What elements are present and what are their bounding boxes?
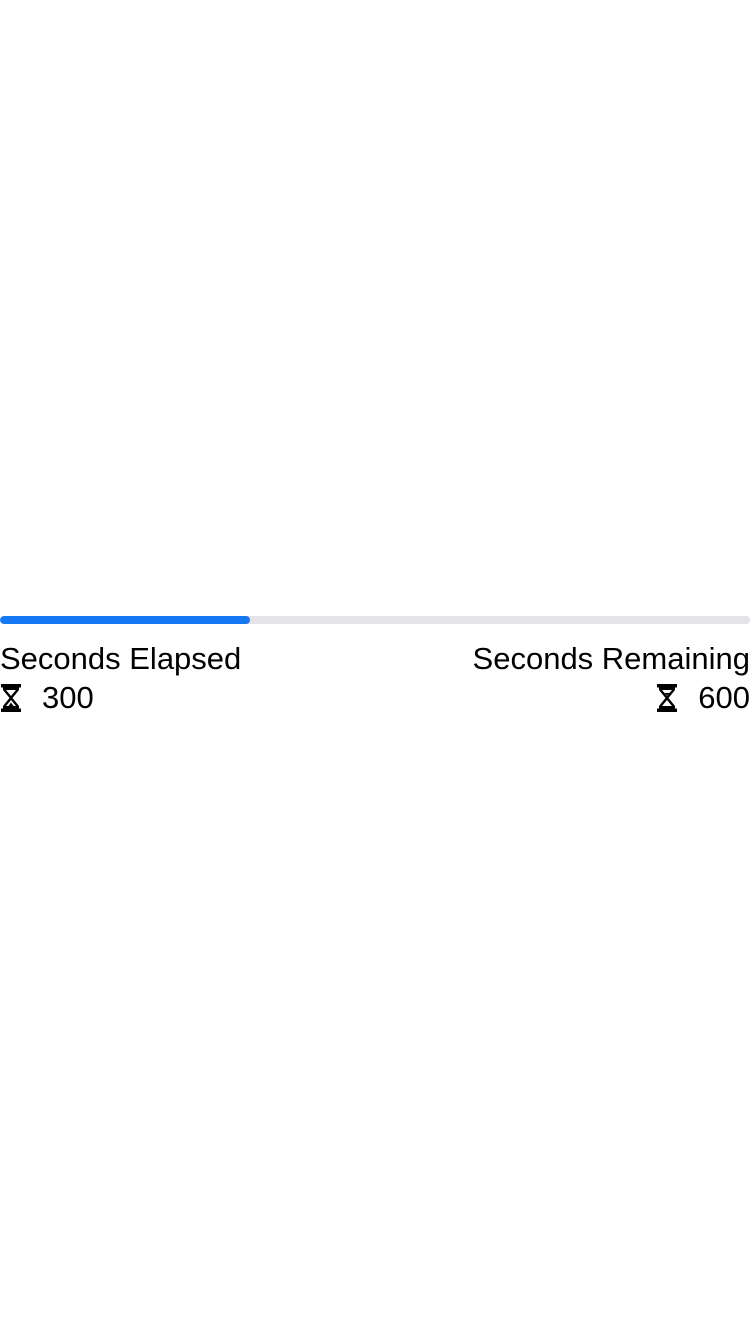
timer-progress-fill — [0, 616, 250, 624]
remaining-label: Seconds Remaining — [472, 641, 750, 676]
remaining-value: 600 — [698, 680, 750, 715]
elapsed-section: Seconds Elapsed 300 — [0, 640, 241, 718]
elapsed-label: Seconds Elapsed — [0, 641, 242, 676]
elapsed-value: 300 — [42, 680, 94, 715]
remaining-value-row: 600 — [473, 678, 750, 718]
remaining-section: Seconds Remaining 600 — [473, 640, 750, 718]
hourglass-top-icon — [0, 683, 22, 713]
hourglass-bottom-icon — [656, 683, 678, 713]
timer-screen: Seconds Elapsed 300 Seconds Remaining 60… — [0, 0, 750, 1334]
elapsed-value-row: 300 — [0, 678, 241, 718]
timer-progress-bar — [0, 616, 750, 624]
